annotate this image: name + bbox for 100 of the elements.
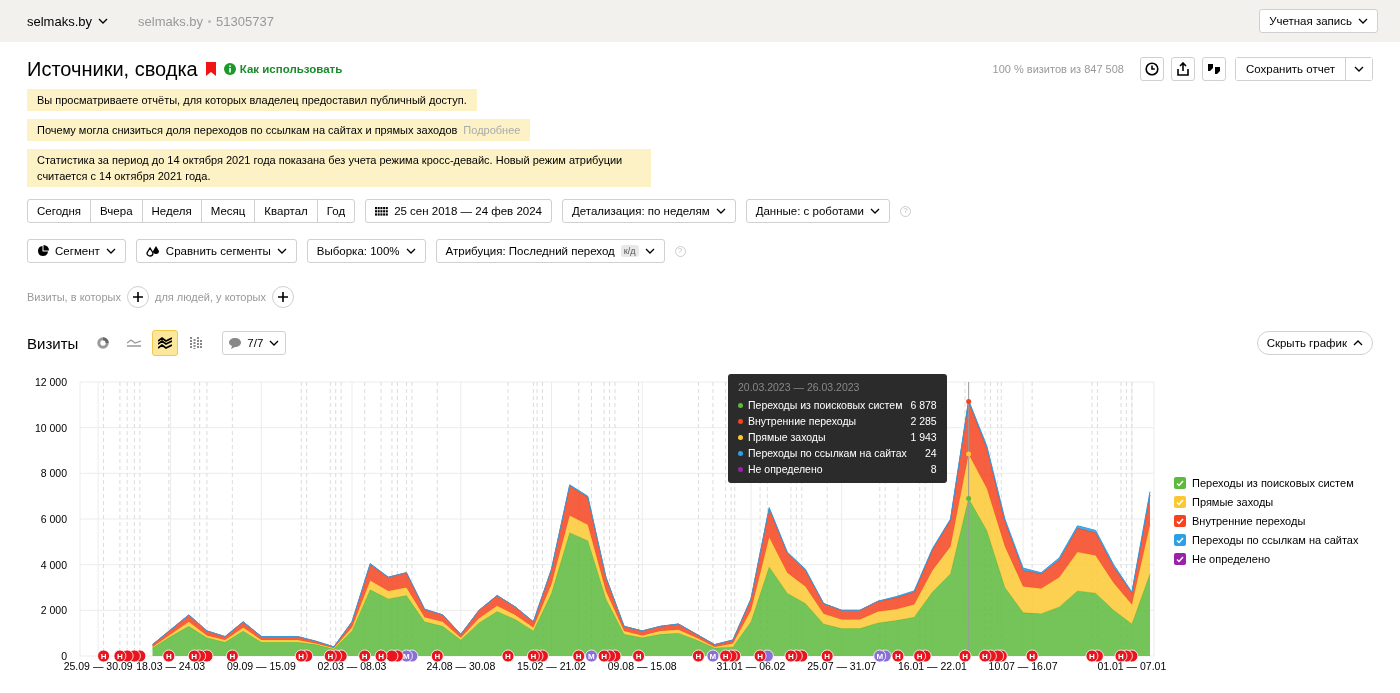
x-axis-label: 24.08 — 30.08 (426, 660, 496, 672)
period-button[interactable]: Неделя (141, 199, 202, 223)
series-name: Не определено (748, 463, 823, 475)
x-axis-label: 09.09 — 15.09 (226, 660, 296, 672)
chart-type-button[interactable] (152, 330, 179, 356)
legend-label[interactable]: Внутренние переходы (1192, 515, 1306, 527)
event-marker[interactable]: Н (430, 649, 444, 663)
x-axis-label: 01.01 — 07.01 (1097, 660, 1167, 672)
sample-dropdown[interactable]: Выборка: 100% (306, 239, 426, 263)
legend-checkbox[interactable] (1174, 496, 1186, 508)
segment-dropdown[interactable]: Сегмент (27, 239, 126, 263)
stacked-area-icon (158, 337, 173, 349)
event-marker[interactable]: Н (501, 649, 515, 663)
check-icon (1176, 498, 1184, 506)
period-button[interactable]: Квартал (254, 199, 318, 223)
add-condition-button[interactable] (272, 286, 294, 308)
series-name: Переходы из поисковых систем (748, 399, 903, 411)
attribution-dropdown[interactable]: Атрибуция: Последний переход к/д (435, 239, 665, 263)
event-marker[interactable]: Н (527, 649, 540, 663)
api-button[interactable] (1201, 57, 1226, 81)
event-marker[interactable]: Н (784, 649, 798, 663)
event-marker[interactable]: Н (97, 649, 110, 663)
check-icon (1176, 555, 1184, 563)
caret-icon (715, 208, 726, 214)
caret-icon (105, 248, 116, 254)
detail-dropdown[interactable]: Детализация: по неделям (562, 199, 736, 223)
legend-label[interactable]: Прямые заходы (1192, 496, 1274, 508)
event-marker[interactable]: М (585, 649, 598, 663)
x-axis-label: 15.02 — 21.02 (517, 660, 586, 672)
period-button[interactable]: Год (316, 199, 356, 223)
event-marker[interactable]: Н (820, 649, 834, 663)
legend-checkbox[interactable] (1174, 553, 1186, 565)
y-axis-label: 2 000 (40, 604, 67, 617)
event-marker[interactable]: Н (753, 649, 767, 663)
caret-icon (98, 18, 109, 24)
event-marker[interactable]: Н (162, 649, 176, 663)
legend-checkbox[interactable] (1174, 515, 1186, 527)
donut-chart-icon (97, 337, 110, 349)
event-marker[interactable]: Н (719, 649, 733, 663)
series-value: 24 (923, 447, 937, 459)
legend-label[interactable]: Переходы по ссылкам на сайтах (1192, 534, 1359, 546)
calendar-icon (375, 206, 389, 216)
event-marker[interactable]: Н (113, 649, 127, 663)
legend-checkbox[interactable] (1174, 477, 1186, 489)
event-marker[interactable]: Н (294, 649, 308, 663)
quote-icon (1206, 63, 1221, 75)
date-range-button[interactable]: 25 сен 2018 — 24 фев 2024 (365, 199, 552, 223)
caret-icon (1358, 18, 1368, 24)
event-marker[interactable]: Н (692, 649, 705, 663)
caret-icon (405, 248, 416, 254)
breadcrumb-site[interactable]: selmaks.by (138, 13, 204, 29)
period-button[interactable]: Вчера (90, 199, 143, 223)
event-marker[interactable]: Н (891, 649, 905, 663)
event-marker[interactable]: Н (913, 649, 927, 663)
add-condition-button[interactable] (127, 286, 149, 308)
line-chart-icon (127, 339, 142, 347)
event-marker[interactable]: Н (572, 649, 586, 663)
x-axis-label: 09.08 — 15.08 (607, 660, 677, 672)
notice-text: Почему могла снизиться доля переходов по ссылкам на сайтах и прямых заходов (37, 123, 458, 138)
event-marker[interactable]: Н (1114, 649, 1128, 663)
separator-dot (208, 19, 212, 23)
comments-dropdown[interactable]: 7/7 (222, 331, 287, 355)
site-selector[interactable]: selmaks.by (27, 13, 109, 29)
check-icon (1176, 479, 1184, 487)
save-options-button[interactable] (1345, 58, 1372, 80)
event-marker[interactable]: М (706, 649, 720, 663)
period-button[interactable]: Сегодня (27, 199, 92, 223)
x-axis-label: 10.07 — 16.07 (988, 660, 1058, 672)
compare-segments-dropdown[interactable]: Сравнить сегменты (135, 239, 297, 263)
legend-checkbox[interactable] (1174, 534, 1186, 546)
event-marker[interactable]: Н (978, 649, 992, 663)
drops-icon (145, 245, 160, 257)
notice-text: Вы просматриваете отчёты, для которых владелец предоставил публичный доступ. (27, 89, 477, 111)
bookmark-icon[interactable] (205, 62, 216, 76)
caret-icon (1353, 340, 1363, 346)
data-dropdown[interactable]: Данные: с роботами (745, 199, 890, 223)
export-button[interactable] (1170, 57, 1195, 81)
caret-icon (1354, 66, 1364, 72)
tooltip-date: 20.03.2023 — 26.03.2023 (738, 381, 861, 393)
sample-info: 100 % визитов из 847 508 (992, 63, 1124, 75)
event-marker[interactable]: Н (374, 649, 388, 663)
x-axis-label: 25.09 — 30.09 (63, 660, 133, 672)
account-button[interactable]: Учетная запись (1259, 9, 1378, 33)
event-marker[interactable]: Н (358, 649, 372, 663)
event-marker[interactable]: Н (958, 649, 972, 663)
event-marker[interactable]: Н (632, 649, 645, 663)
how-to-use-link[interactable]: Как использовать (239, 63, 343, 75)
hide-chart-button[interactable]: Скрыть график (1256, 331, 1373, 355)
period-button[interactable]: Месяц (200, 199, 256, 223)
event-marker[interactable]: Н (225, 649, 239, 663)
series-name: Внутренние переходы (748, 415, 857, 427)
legend-label[interactable]: Переходы из поисковых систем (1192, 477, 1354, 489)
event-marker[interactable]: Н (1025, 649, 1039, 663)
event-marker[interactable]: М (873, 649, 887, 663)
legend-label[interactable]: Не определено (1192, 553, 1271, 565)
event-marker[interactable] (385, 649, 399, 663)
caret-icon (644, 248, 655, 254)
plus-icon (278, 292, 288, 302)
event-marker[interactable]: Н (1085, 649, 1099, 663)
history-button[interactable] (1139, 57, 1164, 81)
